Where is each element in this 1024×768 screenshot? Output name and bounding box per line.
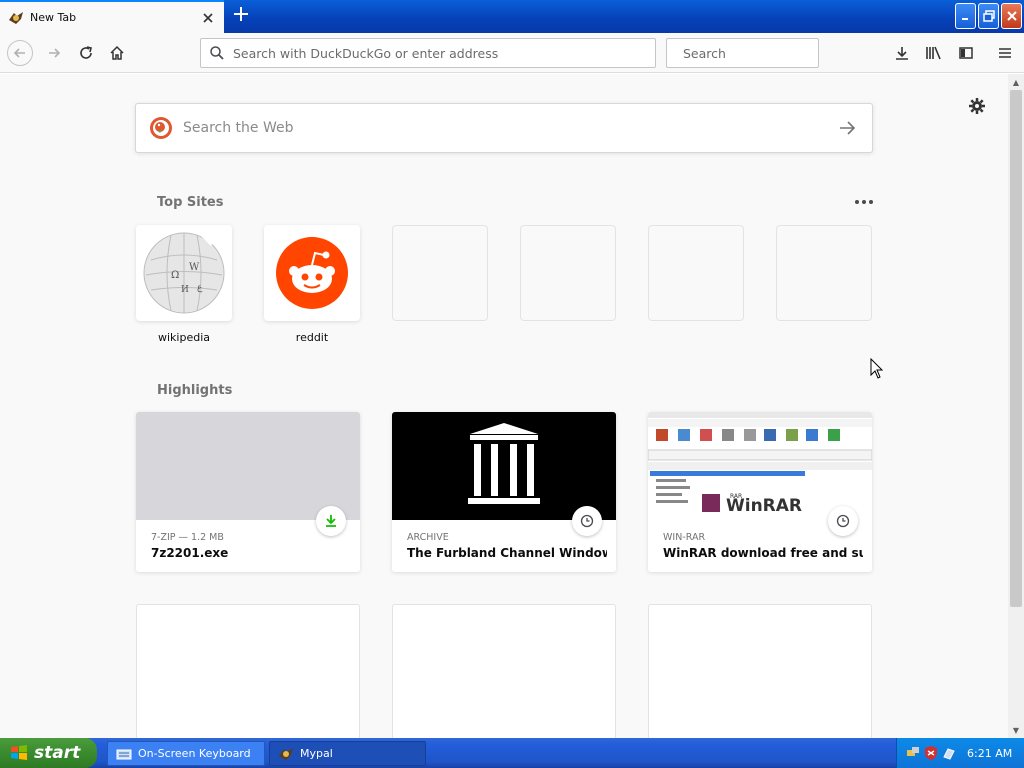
internet-archive-logo-icon — [468, 423, 540, 504]
top-sites-heading: Top Sites — [157, 195, 224, 210]
new-tab-plus-icon[interactable] — [230, 5, 252, 27]
top-site-placeholder — [648, 225, 744, 321]
forward-icon[interactable] — [42, 41, 66, 65]
taskbar-item-on-screen-keyboard[interactable]: On-Screen Keyboard — [107, 741, 265, 766]
close-window-button[interactable] — [1001, 3, 1022, 29]
title-bar: New Tab — [0, 0, 1024, 33]
search-bar[interactable] — [666, 38, 839, 68]
highlight-placeholder — [392, 604, 616, 738]
taskbar-item-label: Mypal — [300, 747, 333, 760]
system-tray: 6:21 AM — [896, 738, 1024, 768]
top-site-tile[interactable]: Ω W И ع — [136, 225, 232, 321]
network-icon[interactable] — [905, 745, 921, 761]
highlights-heading: Highlights — [157, 383, 233, 398]
clock-icon — [572, 506, 602, 536]
clock: 6:21 AM — [967, 746, 1013, 760]
highlight-context: 7-ZIP — 1.2 MB — [151, 532, 224, 543]
top-site-placeholder — [520, 225, 616, 321]
clock-icon — [828, 506, 858, 536]
highlight-card-archive[interactable]: ARCHIVE The Furbland Channel Windows… — [392, 412, 616, 572]
taskbar-item-label: On-Screen Keyboard — [138, 747, 251, 760]
top-site-placeholder — [776, 225, 872, 321]
highlight-context: ARCHIVE — [407, 532, 449, 543]
page-scrollbar[interactable]: ▲ ▼ — [1008, 74, 1024, 738]
tab-title: New Tab — [30, 11, 77, 24]
svg-text:RAR: RAR — [730, 493, 742, 500]
web-search-box[interactable] — [135, 103, 873, 153]
top-site-label: reddit — [295, 331, 329, 344]
scroll-up-arrow-icon[interactable]: ▲ — [1008, 74, 1024, 90]
scrollbar-thumb[interactable] — [1010, 90, 1022, 607]
library-icon[interactable] — [922, 41, 946, 65]
highlight-title: The Furbland Channel Windows… — [407, 546, 607, 560]
reddit-logo-icon — [276, 237, 348, 309]
svg-text:W: W — [189, 262, 200, 273]
close-icon[interactable] — [198, 8, 218, 28]
web-search-input[interactable] — [183, 120, 822, 136]
mypal-favicon-icon — [279, 747, 293, 760]
top-site-empty — [776, 225, 872, 321]
downloads-icon[interactable] — [890, 41, 914, 65]
keyboard-icon — [116, 749, 132, 759]
top-site-reddit[interactable]: reddit — [264, 225, 360, 344]
address-input[interactable] — [233, 45, 655, 61]
top-site-empty — [648, 225, 744, 321]
mypal-favicon-icon — [9, 11, 23, 24]
highlight-placeholder — [136, 604, 360, 738]
menu-icon[interactable] — [993, 41, 1017, 65]
windows-logo-icon — [11, 745, 27, 760]
wikipedia-logo-icon: Ω W И ع — [143, 232, 225, 314]
highlight-title: WinRAR download free and sup… — [663, 546, 863, 560]
restore-button[interactable] — [978, 3, 999, 29]
scroll-down-arrow-icon[interactable]: ▼ — [1008, 722, 1024, 738]
highlight-title: 7z2201.exe — [151, 546, 229, 560]
security-shield-icon[interactable] — [923, 745, 939, 761]
home-icon[interactable] — [105, 41, 129, 65]
taskbar-item-mypal[interactable]: Mypal — [269, 741, 426, 766]
start-button[interactable]: start — [0, 738, 97, 768]
top-site-wikipedia[interactable]: Ω W И ع wikipedia — [136, 225, 232, 344]
search-icon — [210, 46, 224, 60]
highlight-card-7zip[interactable]: 7-ZIP — 1.2 MB 7z2201.exe — [136, 412, 360, 572]
tab-new-tab[interactable]: New Tab — [0, 0, 224, 33]
highlight-card-winrar[interactable]: WinRAR RAR WIN-RAR WinRAR download free … — [648, 412, 872, 572]
minimize-button[interactable] — [955, 3, 976, 29]
highlight-thumbnail — [392, 412, 616, 520]
top-site-empty — [392, 225, 488, 321]
address-bar[interactable] — [200, 38, 656, 68]
svg-text:ع: ع — [197, 283, 203, 293]
navigation-toolbar — [0, 33, 1024, 73]
top-site-empty — [520, 225, 616, 321]
top-site-placeholder — [392, 225, 488, 321]
highlight-thumbnail: WinRAR RAR — [648, 412, 872, 520]
top-site-tile[interactable] — [264, 225, 360, 321]
start-label: start — [34, 743, 81, 763]
more-options-icon[interactable] — [852, 193, 876, 211]
mouse-cursor-icon — [870, 358, 884, 379]
download-icon — [316, 506, 346, 536]
highlight-placeholder — [648, 604, 872, 738]
duckduckgo-logo-icon — [150, 117, 172, 139]
new-tab-page: Top Sites Ω W И ع wikipedia — [0, 74, 1008, 738]
sidebar-icon[interactable] — [954, 41, 978, 65]
svg-text:Ω: Ω — [171, 270, 179, 281]
window-controls — [955, 3, 1022, 29]
svg-text:И: И — [181, 285, 189, 295]
top-site-label: wikipedia — [157, 331, 210, 344]
back-icon[interactable] — [7, 40, 33, 66]
highlight-thumbnail — [136, 412, 360, 520]
winrar-screenshot-image: WinRAR RAR — [648, 412, 872, 516]
reload-icon[interactable] — [74, 41, 98, 65]
keyboard-tray-icon[interactable] — [941, 745, 957, 761]
gear-icon[interactable] — [965, 94, 989, 118]
arrow-right-icon[interactable] — [822, 104, 872, 152]
search-input[interactable] — [683, 45, 839, 61]
windows-taskbar: start On-Screen Keyboard Mypal 6:21 AM — [0, 738, 1024, 768]
highlight-context: WIN-RAR — [663, 532, 706, 543]
